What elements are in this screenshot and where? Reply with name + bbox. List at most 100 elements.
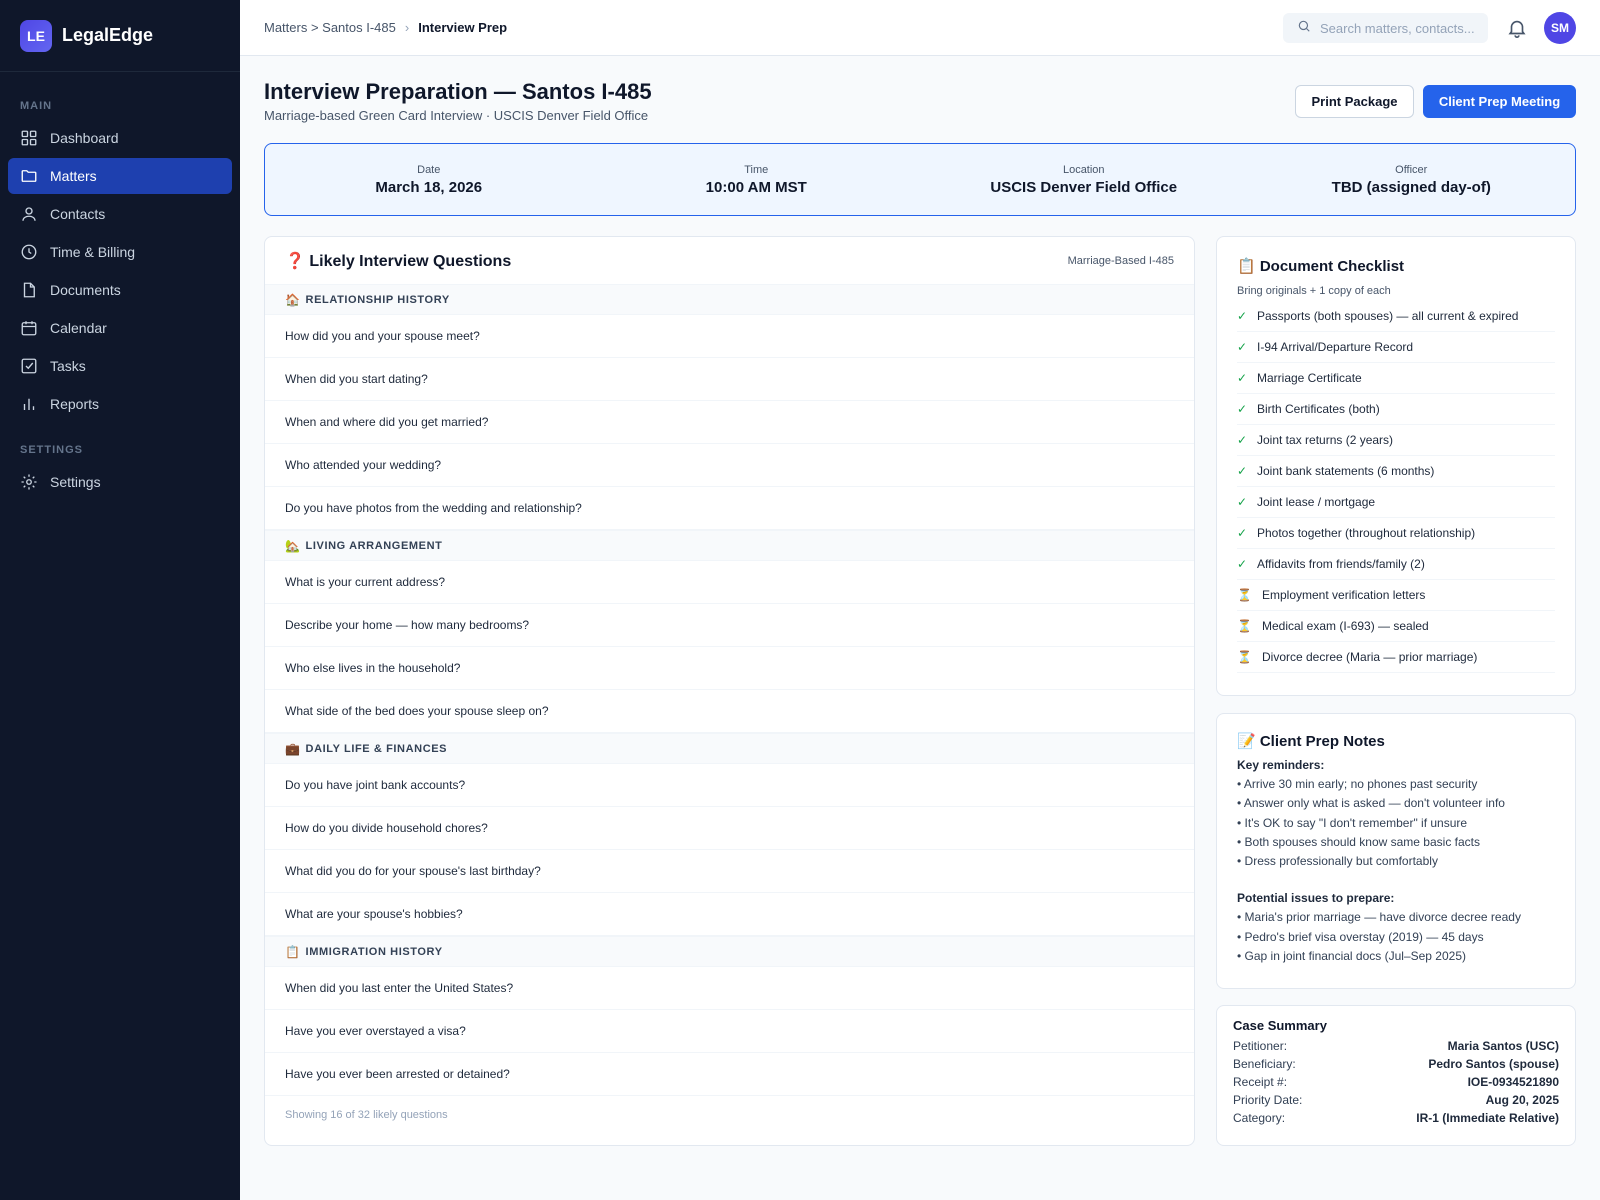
question-item[interactable]: How did you and your spouse meet? [265, 315, 1194, 358]
chevron-right-icon: › [404, 20, 410, 35]
checklist-item[interactable]: ✓ Photos together (throughout relationshi… [1237, 518, 1555, 549]
notes-line: • Arrive 30 min early; no phones past se… [1237, 777, 1478, 791]
checklist-subtitle: Bring originals + 1 copy of each [1237, 285, 1391, 297]
notes-line: • Both spouses should know same basic fa… [1237, 834, 1480, 849]
banner-location: Location USCIS Denver Field Office [920, 144, 1248, 215]
banner-time: Time 10:00 AM MST [593, 144, 921, 215]
checklist-item[interactable]: ⏳ Employment verification letters [1237, 580, 1555, 611]
print-package-button[interactable]: Print Package [1295, 85, 1414, 118]
notes-title: 📝 Client Prep Notes [1237, 733, 1385, 750]
breadcrumb: Matters > Santos I-485 › Interview Prep [264, 20, 507, 35]
question-item[interactable]: Who attended your wedding? [265, 444, 1194, 487]
question-item[interactable]: When and where did you get married? [265, 401, 1194, 444]
checklist-item[interactable]: ✓ I-94 Arrival/Departure Record [1237, 332, 1555, 363]
summary-row: Receipt #: IOE-0934521890 [1233, 1073, 1559, 1091]
checklist-item-label: Employment verification letters [1262, 588, 1426, 602]
question-item[interactable]: What are your spouse's hobbies? [265, 893, 1194, 936]
check-icon: ✓ [1237, 557, 1248, 571]
hourglass-icon: ⏳ [1237, 619, 1252, 633]
sidebar-item-matters[interactable]: Matters [8, 158, 232, 194]
checklist-item[interactable]: ✓ Joint bank statements (6 months) [1237, 456, 1555, 487]
sidebar-item-tasks[interactable]: Tasks [8, 348, 232, 384]
banner-value: TBD (assigned day-of) [1331, 178, 1491, 196]
category-label: RELATIONSHIP HISTORY [305, 293, 450, 306]
checklist-item[interactable]: ✓ Joint lease / mortgage [1237, 487, 1555, 518]
search-input[interactable] [1320, 20, 1480, 36]
question-item[interactable]: Do you have photos from the wedding and … [265, 487, 1194, 530]
summary-row: Petitioner: Maria Santos (USC) [1233, 1037, 1559, 1055]
sidebar-item-time-billing[interactable]: Time & Billing [8, 234, 232, 270]
question-item[interactable]: Have you ever been arrested or detained? [265, 1053, 1194, 1096]
search-icon [1297, 19, 1320, 38]
sidebar-item-dashboard[interactable]: Dashboard [8, 120, 232, 156]
case-summary-title: Case Summary [1233, 1018, 1327, 1033]
question-item[interactable]: Describe your home — how many bedrooms? [265, 604, 1194, 647]
breadcrumb-parent[interactable]: Matters > Santos I-485 [264, 20, 396, 35]
question-item[interactable]: What did you do for your spouse's last b… [265, 850, 1194, 893]
question-item[interactable]: Who else lives in the household? [265, 647, 1194, 690]
summary-row: Priority Date: Aug 20, 2025 [1233, 1091, 1559, 1109]
checklist-item[interactable]: ⏳ Medical exam (I-693) — sealed [1237, 611, 1555, 642]
user-icon [20, 205, 38, 223]
sidebar-item-reports[interactable]: Reports [8, 386, 232, 422]
category-label: DAILY LIFE & FINANCES [305, 742, 448, 755]
clock-icon [20, 243, 38, 261]
checklist-item[interactable]: ⏳ Divorce decree (Maria — prior marriage) [1237, 642, 1555, 673]
summary-value: Pedro Santos (spouse) [1428, 1057, 1559, 1071]
hourglass-icon: ⏳ [1237, 650, 1252, 664]
notes-reminders-heading: Key reminders: [1237, 758, 1325, 772]
checklist-item[interactable]: ✓ Birth Certificates (both) [1237, 394, 1555, 425]
client-prep-meeting-button[interactable]: Client Prep Meeting [1423, 85, 1576, 118]
sidebar-item-settings[interactable]: Settings [8, 464, 232, 500]
page-title: Interview Preparation — Santos I-485 [264, 79, 652, 104]
checklist-item[interactable]: ✓ Marriage Certificate [1237, 363, 1555, 394]
checklist-item[interactable]: ✓ Affidavits from friends/family (2) [1237, 549, 1555, 580]
check-icon: ✓ [1237, 371, 1248, 385]
case-summary-card: Case Summary Petitioner: Maria Santos (US… [1216, 1005, 1576, 1146]
checklist-item-label: Joint lease / mortgage [1257, 495, 1376, 509]
question-item[interactable]: Do you have joint bank accounts? [265, 764, 1194, 807]
question-category: 📋 IMMIGRATION HISTORY [265, 936, 1194, 967]
summary-key: Beneficiary: [1233, 1057, 1296, 1071]
sidebar-item-label: Matters [50, 168, 97, 184]
checklist-item[interactable]: ✓ Passports (both spouses) — all current … [1237, 301, 1555, 332]
check-icon: ✓ [1237, 433, 1248, 447]
banner-value: March 18, 2026 [375, 178, 483, 196]
checklist-item-label: Joint bank statements (6 months) [1257, 464, 1435, 478]
check-icon: ✓ [1237, 402, 1248, 416]
avatar[interactable]: SM [1544, 12, 1576, 44]
calendar-icon [20, 319, 38, 337]
notes-line: • Pedro's brief visa overstay (2019) — 4… [1237, 929, 1484, 944]
checklist-item-label: Birth Certificates (both) [1257, 402, 1380, 416]
sidebar-item-contacts[interactable]: Contacts [8, 196, 232, 232]
check-icon: ✓ [1237, 340, 1248, 354]
grid-icon [20, 129, 38, 147]
questions-title: ❓ Likely Interview Questions [285, 252, 512, 270]
checklist-item[interactable]: ✓ Joint tax returns (2 years) [1237, 425, 1555, 456]
summary-value: IOE-0934521890 [1467, 1075, 1559, 1089]
breadcrumb-current: Interview Prep [418, 20, 508, 35]
bell-icon[interactable] [1506, 17, 1528, 39]
checklist-item-label: Affidavits from friends/family (2) [1257, 557, 1425, 571]
sidebar-item-documents[interactable]: Documents [8, 272, 232, 308]
questions-tag: Marriage-Based I-485 [1067, 254, 1174, 267]
checklist-title: 📋 Document Checklist [1237, 258, 1405, 275]
question-item[interactable]: When did you last enter the United State… [265, 967, 1194, 1010]
home-garden-icon: 🏡 [285, 538, 301, 553]
sidebar-item-label: Tasks [50, 358, 86, 374]
checklist-item-label: Marriage Certificate [1257, 371, 1362, 385]
question-item[interactable]: When did you start dating? [265, 358, 1194, 401]
sidebar-item-label: Time & Billing [50, 244, 136, 260]
question-item[interactable]: What is your current address? [265, 561, 1194, 604]
question-item[interactable]: Have you ever overstayed a visa? [265, 1010, 1194, 1053]
search-box[interactable] [1283, 13, 1488, 43]
sidebar-item-calendar[interactable]: Calendar [8, 310, 232, 346]
interview-questions-card: ❓ Likely Interview Questions Marriage-Ba… [264, 236, 1195, 1146]
question-item[interactable]: What side of the bed does your spouse sl… [265, 690, 1194, 733]
summary-key: Receipt #: [1233, 1075, 1288, 1089]
notes-line: • Gap in joint financial docs (Jul–Sep 2… [1237, 949, 1467, 964]
sidebar-item-label: Dashboard [50, 130, 119, 146]
question-item[interactable]: How do you divide household chores? [265, 807, 1194, 850]
folder-icon [20, 167, 38, 185]
summary-row: Beneficiary: Pedro Santos (spouse) [1233, 1055, 1559, 1073]
